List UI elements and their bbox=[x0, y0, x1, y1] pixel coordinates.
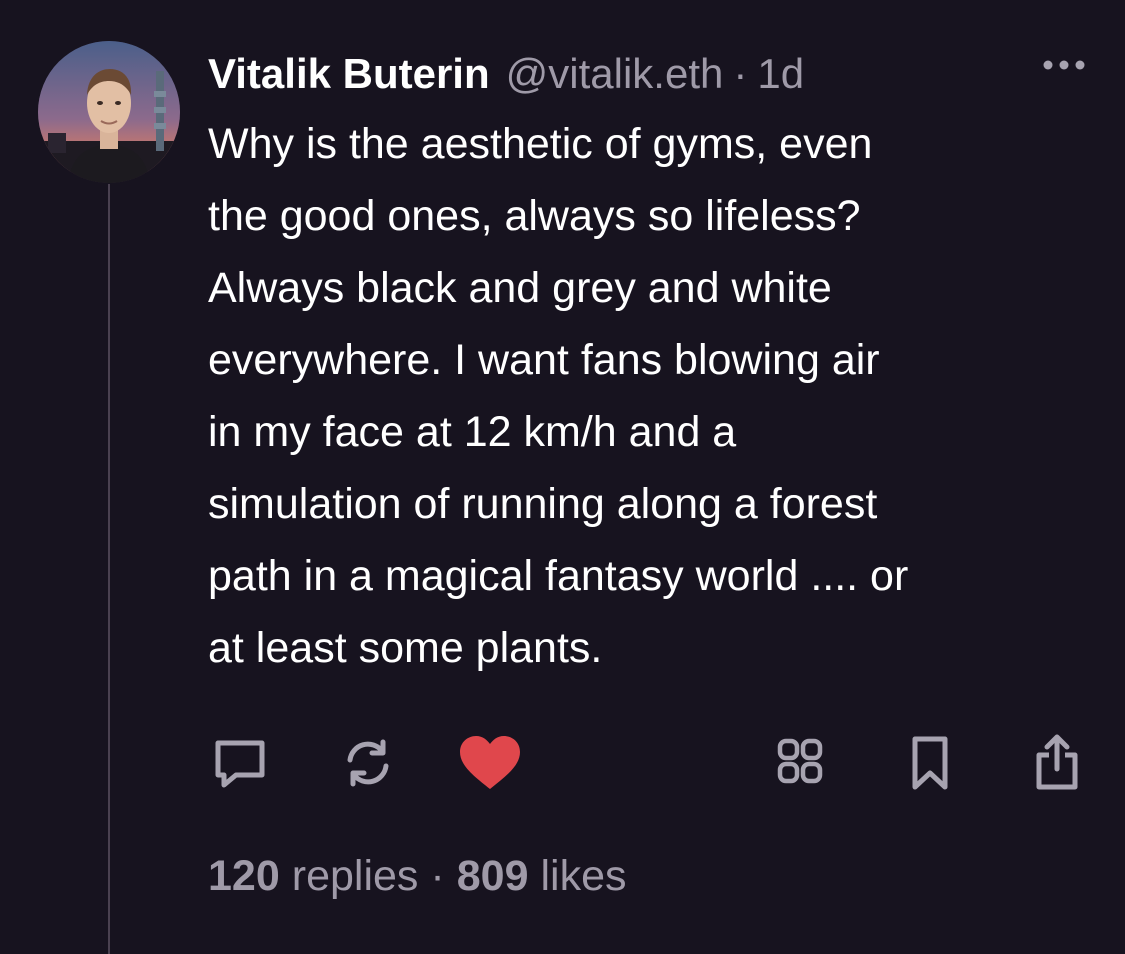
bookmark-button[interactable] bbox=[897, 730, 963, 796]
reply-button[interactable] bbox=[207, 730, 273, 796]
heart-icon bbox=[460, 736, 520, 789]
share-icon bbox=[1036, 734, 1078, 790]
replies-label[interactable]: replies bbox=[292, 848, 419, 904]
ellipsis-icon bbox=[1043, 60, 1085, 70]
author-name[interactable]: Vitalik Buterin bbox=[208, 46, 490, 102]
author-handle[interactable]: @vitalik.eth bbox=[506, 46, 724, 102]
like-button[interactable] bbox=[457, 730, 523, 796]
post-stats: 120 replies · 809 likes bbox=[208, 848, 627, 904]
post-text: Why is the aesthetic of gyms, even the g… bbox=[208, 120, 909, 672]
avatar-image bbox=[38, 41, 180, 183]
header-separator: · bbox=[733, 50, 748, 97]
more-options-button[interactable] bbox=[1040, 50, 1088, 80]
post-header: Vitalik Buterin @vitalik.eth · 1d bbox=[208, 46, 804, 102]
thread-line bbox=[108, 184, 110, 954]
comment-icon bbox=[215, 740, 265, 788]
likes-label[interactable]: likes bbox=[541, 848, 627, 904]
repost-icon bbox=[347, 739, 389, 787]
stats-separator: · bbox=[430, 852, 445, 900]
bookmark-icon bbox=[912, 736, 948, 790]
likes-count[interactable]: 809 bbox=[457, 848, 529, 904]
share-button[interactable] bbox=[1024, 730, 1090, 796]
more-actions-button[interactable] bbox=[767, 730, 833, 796]
replies-count[interactable]: 120 bbox=[208, 848, 280, 904]
avatar[interactable] bbox=[38, 41, 180, 183]
repost-button[interactable] bbox=[335, 730, 401, 796]
grid-icon bbox=[777, 738, 823, 784]
post-timestamp[interactable]: 1d bbox=[757, 46, 804, 102]
